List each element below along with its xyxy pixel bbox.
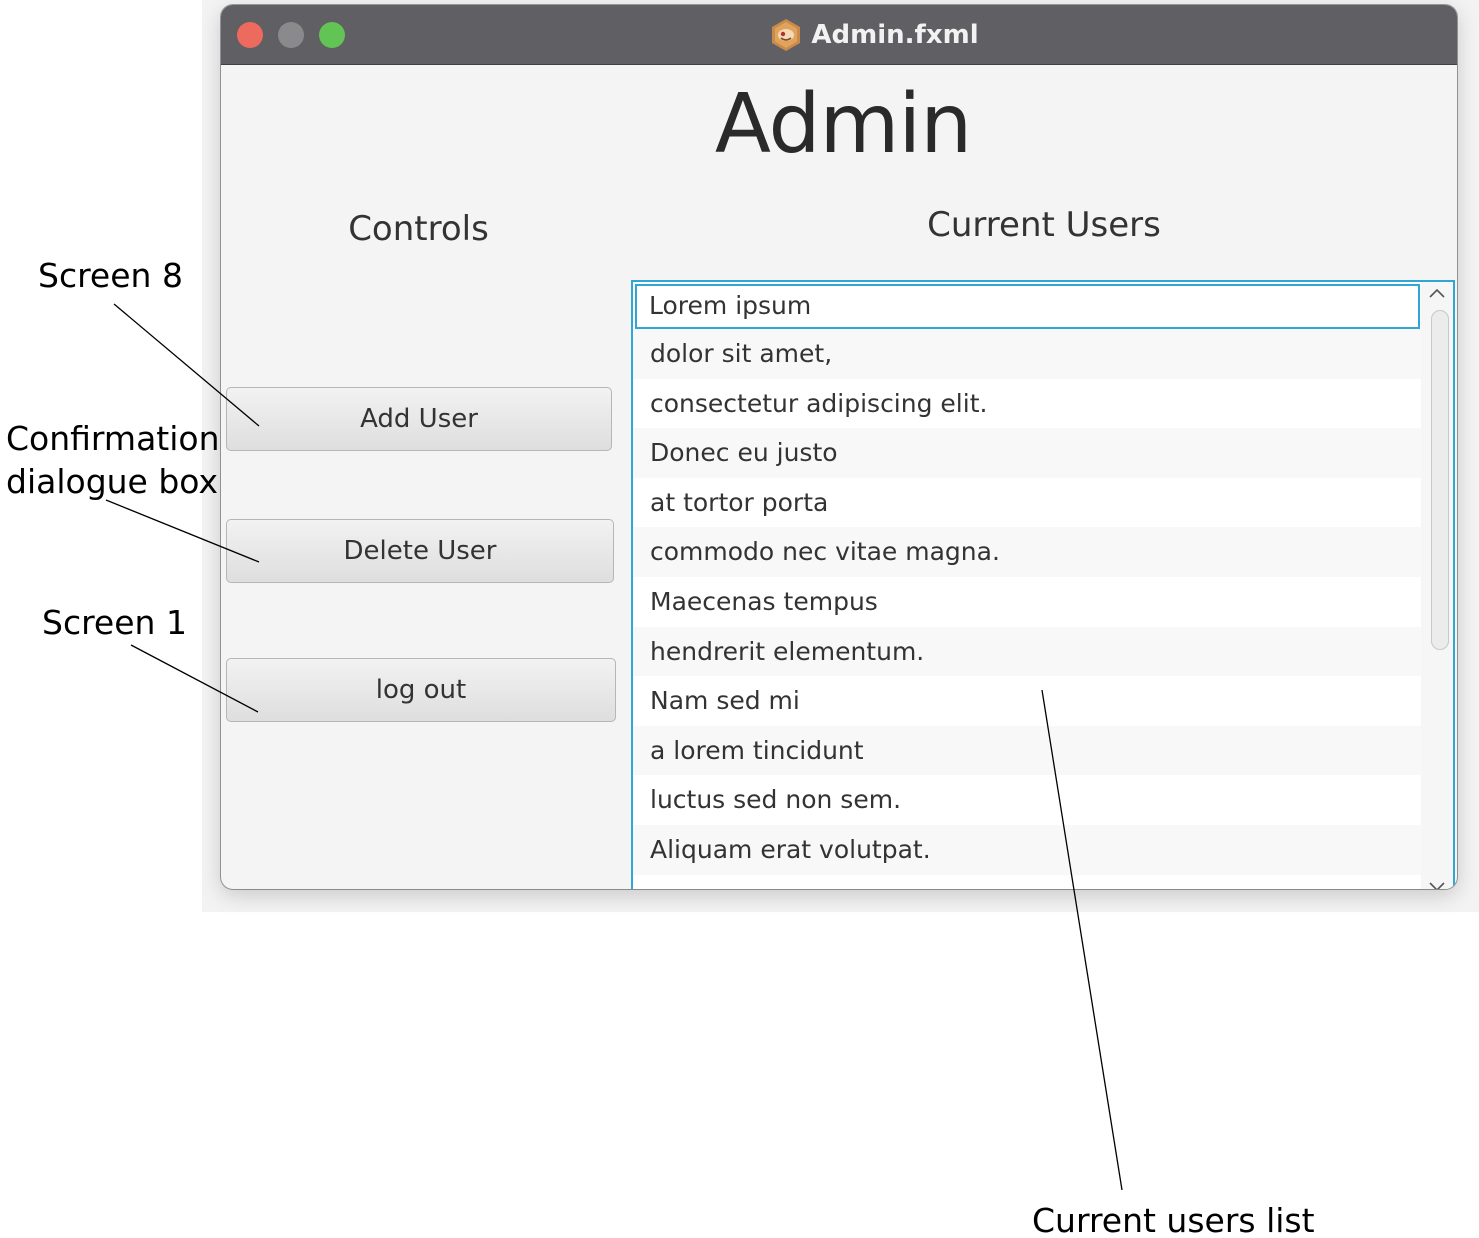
window-content: Admin Controls Current Users Add User De… bbox=[221, 65, 1457, 889]
list-item[interactable]: Nam sed mi bbox=[633, 676, 1422, 726]
current-users-list[interactable]: Lorem ipsum dolor sit amet, consectetur … bbox=[631, 280, 1455, 889]
title-bar[interactable]: Admin.fxml bbox=[221, 5, 1457, 65]
list-item[interactable]: Donec eu justo bbox=[633, 428, 1422, 478]
scroll-up-arrow-icon[interactable] bbox=[1421, 282, 1453, 304]
list-item[interactable]: at tortor porta bbox=[633, 477, 1422, 528]
scrollbar-thumb[interactable] bbox=[1431, 310, 1449, 650]
list-item[interactable]: commodo nec vitae magna. bbox=[633, 527, 1422, 577]
current-users-heading: Current Users bbox=[927, 205, 1161, 245]
list-item[interactable]: consectetur adipiscing elit. bbox=[633, 378, 1422, 429]
page-title: Admin bbox=[714, 77, 972, 172]
scroll-down-arrow-icon[interactable] bbox=[1421, 876, 1453, 889]
delete-user-button[interactable]: Delete User bbox=[226, 519, 614, 583]
annotation-confirmation-dialogue: Confirmation dialogue box bbox=[6, 417, 220, 503]
annotation-current-users-list: Current users list bbox=[1032, 1201, 1315, 1238]
list-item[interactable]: hendrerit elementum. bbox=[633, 626, 1422, 677]
list-item[interactable]: Lorem ipsum bbox=[635, 284, 1420, 329]
annotation-confirmation-line-2: dialogue box bbox=[6, 462, 219, 501]
list-rows: Lorem ipsum dolor sit amet, consectetur … bbox=[633, 282, 1422, 889]
vertical-scrollbar[interactable] bbox=[1421, 282, 1453, 889]
list-item[interactable]: Maecenas tempus bbox=[633, 576, 1422, 627]
admin-window: Admin.fxml Admin Controls Current Users … bbox=[221, 5, 1457, 889]
annotation-screen-1: Screen 1 bbox=[42, 603, 187, 642]
window-title: Admin.fxml bbox=[811, 19, 979, 50]
annotation-screen-8: Screen 8 bbox=[38, 256, 183, 295]
list-item[interactable]: dolor sit amet, bbox=[633, 329, 1422, 379]
annotation-confirmation-line-1: Confirmation bbox=[6, 419, 220, 458]
screenshot-canvas: Admin.fxml Admin Controls Current Users … bbox=[0, 0, 1479, 1238]
add-user-button[interactable]: Add User bbox=[226, 387, 612, 451]
controls-heading: Controls bbox=[348, 209, 489, 249]
log-out-button[interactable]: log out bbox=[226, 658, 616, 722]
list-item[interactable]: a lorem tincidunt bbox=[633, 725, 1422, 776]
java-duke-icon bbox=[772, 18, 801, 51]
list-item[interactable]: luctus sed non sem. bbox=[633, 775, 1422, 825]
list-item bbox=[633, 874, 1422, 889]
list-item[interactable]: Aliquam erat volutpat. bbox=[633, 824, 1422, 875]
window-title-wrap: Admin.fxml bbox=[221, 5, 1457, 64]
